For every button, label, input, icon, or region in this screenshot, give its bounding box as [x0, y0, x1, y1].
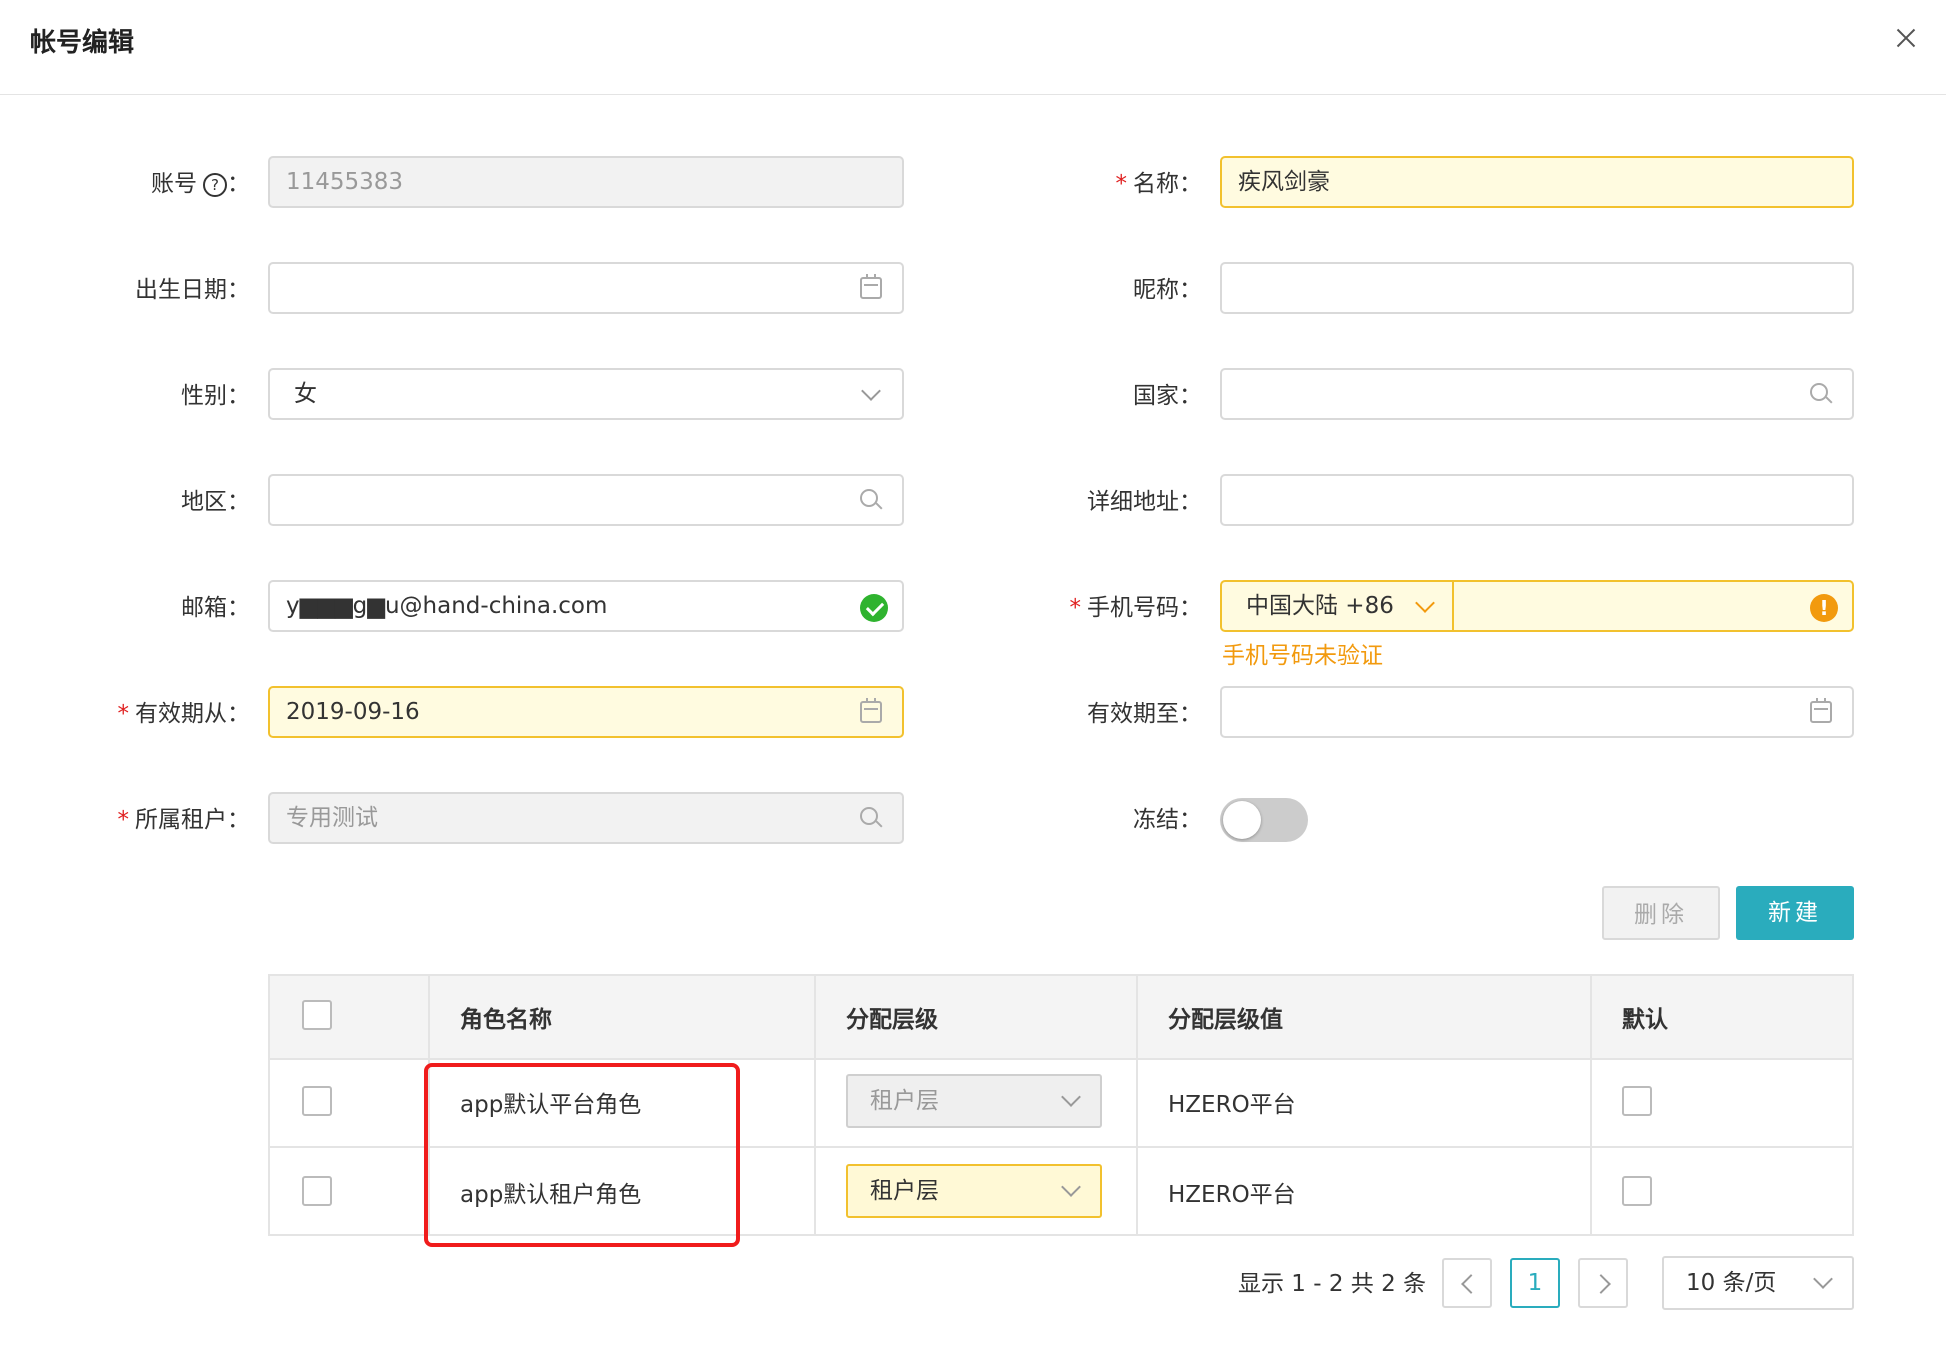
row-select-cell	[270, 1148, 430, 1236]
row-select-cell	[270, 1058, 430, 1146]
prev-page-button[interactable]	[1442, 1258, 1492, 1308]
gender-label: 性别：	[181, 383, 250, 409]
table-header: 角色名称 分配层级 分配层级值 默认	[270, 976, 1852, 1060]
chevron-down-icon	[1813, 1269, 1833, 1289]
phone-warning-text: 手机号码未验证	[1222, 643, 1383, 669]
dialog-title: 帐号编辑	[30, 28, 135, 58]
page-size-select[interactable]: 10 条/页	[1662, 1256, 1854, 1310]
country-field[interactable]	[1220, 368, 1854, 420]
column-header-role[interactable]: 角色名称	[428, 976, 816, 1058]
column-header-level-value[interactable]: 分配层级值	[1136, 976, 1592, 1058]
search-icon[interactable]	[860, 807, 882, 829]
warning-icon: !	[1810, 594, 1838, 622]
phone-label: * 手机号码：	[1069, 595, 1203, 621]
calendar-icon[interactable]	[1810, 698, 1832, 723]
chevron-left-icon	[1461, 1274, 1481, 1294]
address-label: 详细地址：	[1087, 489, 1202, 515]
next-page-button[interactable]	[1578, 1258, 1628, 1308]
name-label: * 名称：	[1115, 171, 1203, 197]
new-button[interactable]: 新建	[1736, 886, 1854, 940]
email-field[interactable]: y▆▆▆g▆u@hand-china.com	[268, 580, 904, 632]
calendar-icon[interactable]	[860, 274, 882, 299]
email-label: 邮箱：	[181, 595, 250, 621]
valid-to-field[interactable]	[1220, 686, 1854, 738]
toggle-knob	[1223, 801, 1261, 839]
column-header-level[interactable]: 分配层级	[814, 976, 1138, 1058]
chevron-down-icon	[1415, 593, 1435, 613]
tenant-label: * 所属租户：	[117, 807, 251, 833]
chevron-right-icon	[1591, 1274, 1611, 1294]
row-checkbox[interactable]	[302, 1176, 332, 1206]
help-icon[interactable]: ?	[203, 172, 227, 197]
level-select[interactable]: 租户层	[846, 1164, 1102, 1218]
nickname-field[interactable]	[1220, 262, 1854, 314]
country-label: 国家：	[1133, 383, 1202, 409]
birthday-field[interactable]	[268, 262, 904, 314]
default-cell	[1590, 1148, 1854, 1236]
close-icon[interactable]	[1886, 18, 1926, 58]
check-circle-icon	[860, 594, 888, 622]
level-cell: 租户层	[814, 1148, 1138, 1236]
gender-select[interactable]: 女	[268, 368, 904, 420]
default-checkbox[interactable]	[1622, 1176, 1652, 1206]
level-cell: 租户层	[814, 1058, 1138, 1146]
valid-from-label: * 有效期从：	[117, 701, 251, 727]
phone-field[interactable]: 中国大陆 +86 !	[1220, 580, 1854, 632]
region-field[interactable]	[268, 474, 904, 526]
chevron-down-icon	[861, 381, 881, 401]
level-value-cell: HZERO平台	[1136, 1058, 1592, 1146]
level-select[interactable]: 租户层	[846, 1074, 1102, 1128]
chevron-down-icon	[1061, 1177, 1081, 1197]
dialog-header: 帐号编辑	[0, 0, 1946, 95]
frozen-label: 冻结：	[1133, 807, 1202, 833]
phone-country-select[interactable]: 中国大陆 +86	[1222, 582, 1454, 630]
account-label: 账号?：	[151, 171, 250, 197]
address-field[interactable]	[1220, 474, 1854, 526]
valid-from-field[interactable]: 2019-09-16	[268, 686, 904, 738]
column-header-default[interactable]: 默认	[1590, 976, 1854, 1058]
nickname-label: 昵称：	[1133, 277, 1202, 303]
birthday-label: 出生日期：	[135, 277, 250, 303]
search-icon[interactable]	[860, 489, 882, 511]
region-label: 地区：	[181, 489, 250, 515]
search-icon[interactable]	[1810, 383, 1832, 405]
highlight-annotation-box	[424, 1063, 740, 1247]
default-cell	[1590, 1058, 1854, 1146]
select-all-cell	[270, 976, 430, 1058]
delete-button[interactable]: 删除	[1602, 886, 1720, 940]
frozen-toggle[interactable]	[1220, 798, 1308, 842]
calendar-icon[interactable]	[860, 698, 882, 723]
select-all-checkbox[interactable]	[302, 1000, 332, 1030]
name-field[interactable]: 疾风剑豪	[1220, 156, 1854, 208]
default-checkbox[interactable]	[1622, 1086, 1652, 1116]
tenant-field[interactable]: 专用测试	[268, 792, 904, 844]
level-value-cell: HZERO平台	[1136, 1148, 1592, 1236]
pagination-info: 显示 1 - 2 共 2 条	[1238, 1271, 1427, 1297]
row-checkbox[interactable]	[302, 1086, 332, 1116]
valid-to-label: 有效期至：	[1087, 701, 1202, 727]
account-field[interactable]: 11455383	[268, 156, 904, 208]
chevron-down-icon	[1061, 1087, 1081, 1107]
page-number-button[interactable]: 1	[1510, 1258, 1560, 1308]
